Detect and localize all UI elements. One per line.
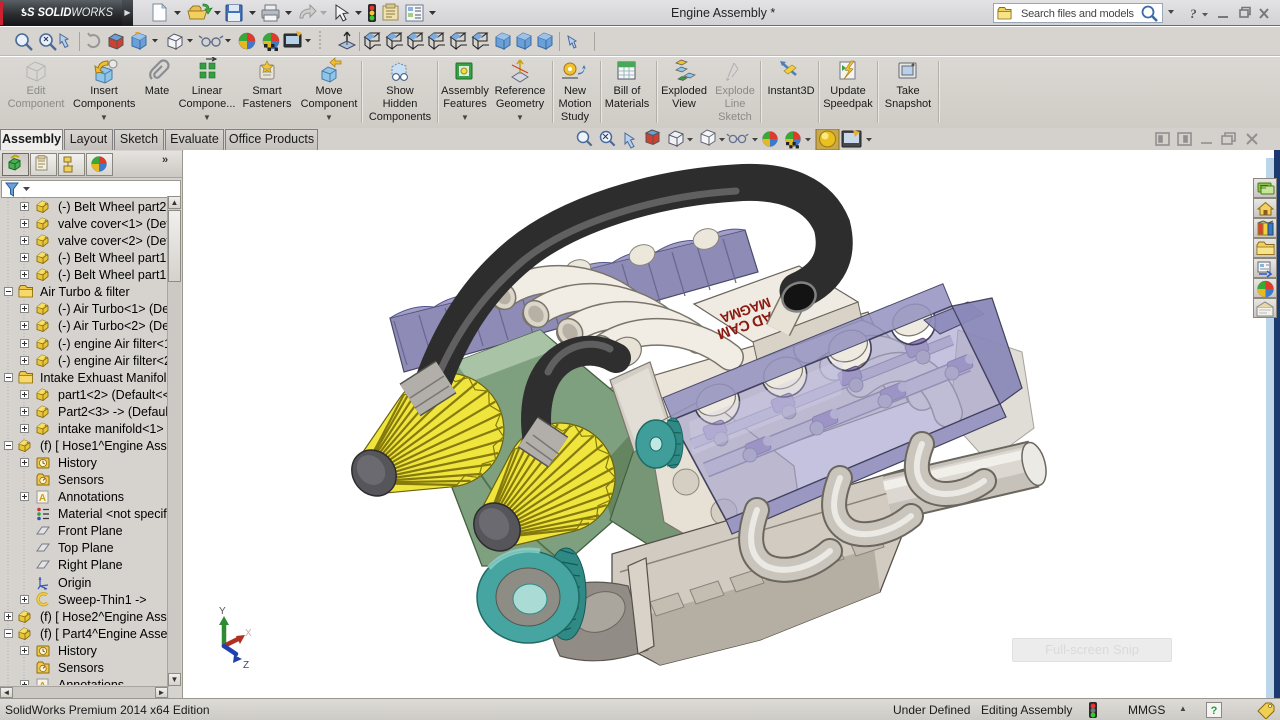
svg-text:Y: Y bbox=[219, 606, 226, 617]
svg-text:?: ? bbox=[1211, 705, 1218, 717]
svg-text:X: X bbox=[245, 628, 252, 639]
svg-text:?: ? bbox=[1190, 6, 1197, 21]
svg-text:Z: Z bbox=[243, 660, 249, 671]
svg-text:A: A bbox=[39, 681, 46, 685]
svg-text:A: A bbox=[39, 493, 46, 504]
